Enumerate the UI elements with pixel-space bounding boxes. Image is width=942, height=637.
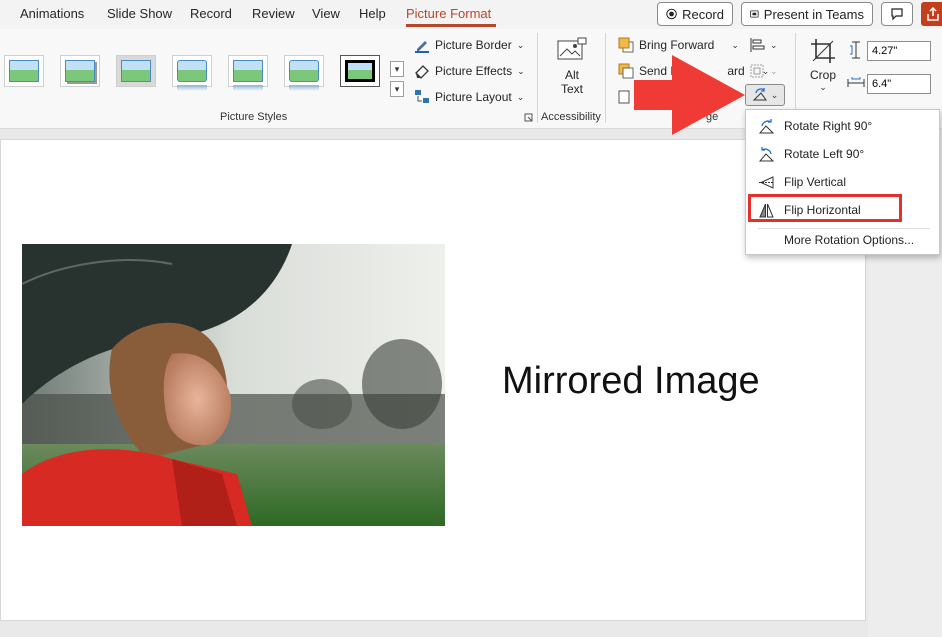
tab-animations[interactable]: Animations <box>20 6 84 21</box>
teams-icon <box>750 10 759 18</box>
menu-item-more-rotation-options[interactable]: More Rotation Options... <box>746 226 939 254</box>
align-icon <box>750 38 765 52</box>
slide-title[interactable]: Mirrored Image <box>502 360 760 403</box>
shape-width-input[interactable] <box>867 74 931 94</box>
group-divider <box>605 33 606 123</box>
record-button-label: Record <box>682 6 724 22</box>
picture-border-icon <box>415 41 429 53</box>
crop-button[interactable]: Crop ⌄ <box>806 37 840 93</box>
picture-style-thumb-4[interactable] <box>172 55 212 91</box>
tab-review[interactable]: Review <box>252 6 295 21</box>
rotate-left-icon <box>758 146 775 161</box>
gallery-more-button[interactable]: ▾ <box>390 81 404 97</box>
tab-view[interactable]: View <box>312 6 340 21</box>
picture-border-button[interactable]: Picture Border ⌄ <box>414 37 524 53</box>
picture-layout-label: Picture Layout <box>435 90 512 104</box>
group-objects-icon <box>750 64 764 78</box>
picture-style-thumb-2[interactable] <box>60 55 100 87</box>
picture-style-thumb-3[interactable] <box>116 55 156 87</box>
menu-item-label: More Rotation Options... <box>784 233 915 247</box>
tab-record[interactable]: Record <box>190 6 232 21</box>
group-objects-button[interactable]: ⌄ <box>749 63 778 79</box>
present-in-teams-label: Present in Teams <box>763 6 864 22</box>
alt-text-label-1: Alt <box>564 68 579 82</box>
flip-vertical-icon <box>759 175 774 189</box>
picture-effects-icon <box>415 65 429 79</box>
woman-umbrella-image <box>22 244 445 526</box>
slide-photo[interactable] <box>22 244 445 526</box>
rotate-icon <box>752 88 767 101</box>
tab-slide-show[interactable]: Slide Show <box>107 6 172 21</box>
menu-item-flip-vertical[interactable]: Flip Vertical <box>746 168 939 196</box>
flip-horizontal-highlight-box <box>748 194 902 222</box>
align-button[interactable]: ⌄ <box>749 37 778 53</box>
rotate-right-icon <box>758 118 775 133</box>
bring-forward-label: Bring Forward <box>639 38 715 52</box>
shape-height-input[interactable] <box>867 41 931 61</box>
active-tab-indicator <box>406 24 496 27</box>
menu-item-label: Flip Vertical <box>784 175 847 189</box>
picture-layout-icon <box>415 90 429 103</box>
picture-style-thumb-5[interactable] <box>228 55 268 91</box>
menu-item-label: Rotate Left 90° <box>784 147 865 161</box>
alt-text-icon <box>557 37 587 60</box>
picture-style-thumb-6[interactable] <box>284 55 324 91</box>
bring-forward-button[interactable]: Bring Forward ⌄ <box>618 37 739 53</box>
comments-button[interactable] <box>881 2 913 26</box>
height-icon <box>850 41 860 59</box>
record-button[interactable]: Record <box>657 2 733 26</box>
ribbon-tab-bar: Animations Slide Show Record Review View… <box>0 0 942 29</box>
rotate-dropdown-menu: Rotate Right 90° Rotate Left 90° Flip Ve… <box>745 109 940 255</box>
width-icon <box>847 77 865 87</box>
present-in-teams-button[interactable]: Present in Teams <box>741 2 873 26</box>
gallery-scroll-down-button[interactable]: ▾ <box>390 61 404 77</box>
annotation-arrow-icon <box>634 55 745 135</box>
share-icon <box>927 6 939 21</box>
accessibility-group-label: Accessibility <box>541 111 601 123</box>
picture-effects-button[interactable]: Picture Effects ⌄ <box>414 63 525 79</box>
picture-style-thumb-7[interactable] <box>340 55 380 87</box>
picture-styles-group-label: Picture Styles <box>220 111 288 123</box>
menu-item-label: Rotate Right 90° <box>784 119 873 133</box>
bring-forward-icon <box>618 37 634 53</box>
group-divider <box>537 33 538 123</box>
menu-item-rotate-left[interactable]: Rotate Left 90° <box>746 140 939 168</box>
picture-style-thumb-1[interactable] <box>4 55 44 87</box>
share-button[interactable] <box>921 2 942 26</box>
tab-help[interactable]: Help <box>359 6 386 21</box>
comment-icon <box>891 8 903 21</box>
crop-label: Crop <box>809 68 836 82</box>
tab-picture-format[interactable]: Picture Format <box>406 6 491 21</box>
picture-border-label: Picture Border <box>435 38 512 52</box>
alt-text-button[interactable]: Alt Text <box>555 37 589 96</box>
menu-item-rotate-right[interactable]: Rotate Right 90° <box>746 112 939 140</box>
rotate-button[interactable]: ⌄ <box>745 84 785 106</box>
alt-text-label-2: Text <box>560 82 583 96</box>
record-icon <box>666 8 677 20</box>
picture-layout-button[interactable]: Picture Layout ⌄ <box>414 89 524 105</box>
picture-effects-label: Picture Effects <box>435 64 513 78</box>
dialog-launcher-icon[interactable] <box>524 113 533 122</box>
crop-icon <box>811 39 835 63</box>
